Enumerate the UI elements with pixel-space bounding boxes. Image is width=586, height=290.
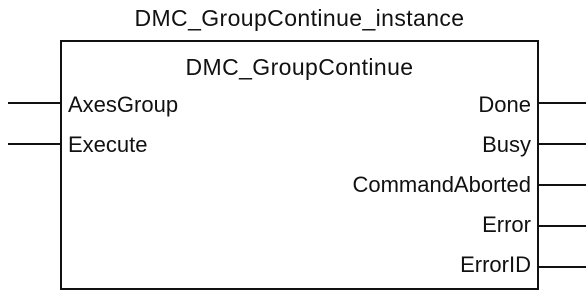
output-line-errorid: [539, 266, 586, 268]
instance-name: DMC_GroupContinue_instance: [134, 5, 465, 31]
input-line-axesgroup: [8, 102, 60, 104]
output-pin-done: Done: [478, 92, 531, 117]
output-line-error: [539, 225, 586, 227]
output-pin-commandaborted: CommandAborted: [352, 172, 531, 197]
output-pin-busy: Busy: [482, 132, 531, 157]
output-pin-error: Error: [482, 212, 531, 237]
output-line-done: [539, 102, 586, 104]
output-line-busy: [539, 143, 586, 145]
input-pin-axesgroup: AxesGroup: [68, 92, 179, 117]
output-line-commandaborted: [539, 184, 586, 186]
input-line-execute: [8, 143, 60, 145]
input-pin-execute: Execute: [68, 132, 148, 157]
block-name: DMC_GroupContinue: [185, 54, 414, 80]
function-block: DMC_GroupContinue AxesGroup Execute Done…: [60, 40, 539, 290]
output-pin-errorid: ErrorID: [460, 252, 531, 277]
